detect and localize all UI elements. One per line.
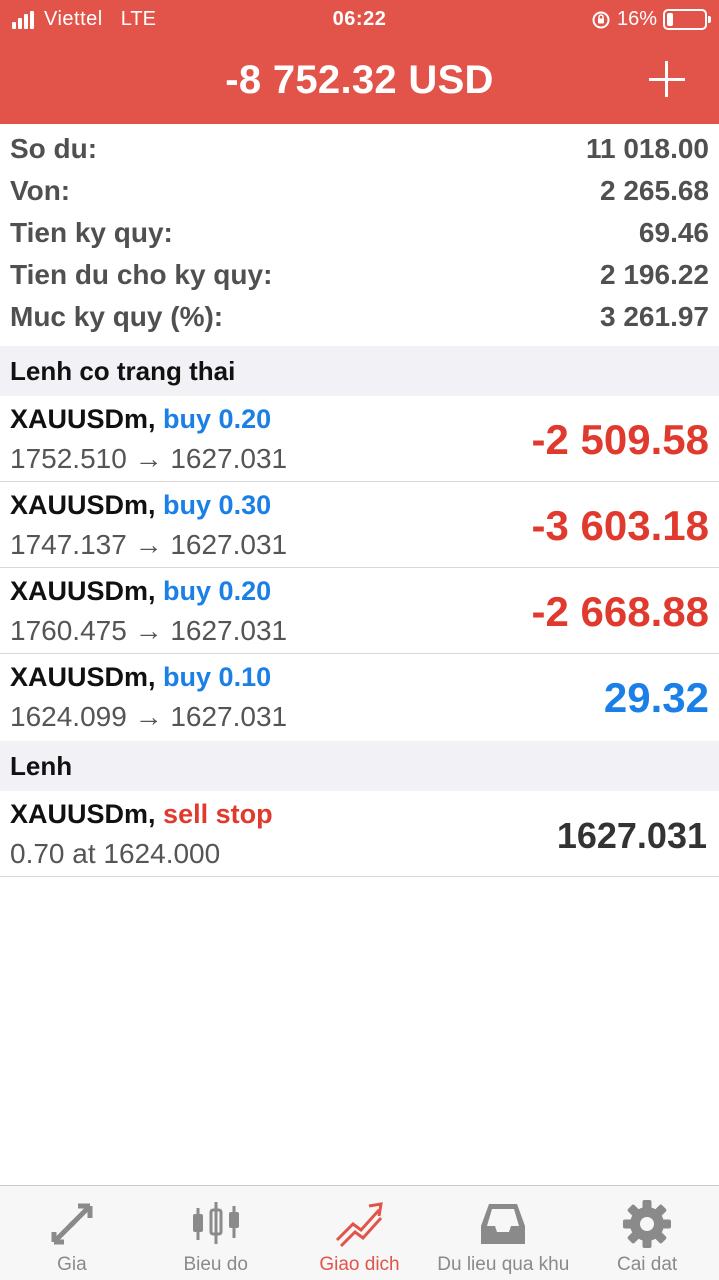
margin-label: Tien ky quy: <box>10 217 173 248</box>
tab-history[interactable]: Du lieu qua khu <box>431 1186 575 1280</box>
margin-level-row: Muc ky quy (%): 3 261.97 <box>0 296 719 338</box>
battery-icon <box>663 9 711 30</box>
position-row[interactable]: XAUUSDm, buy 0.10 1624.099 → 1627.031 29… <box>0 654 719 740</box>
position-type: buy 0.20 <box>163 576 272 606</box>
position-profit: -2 509.58 <box>531 416 709 463</box>
history-inbox-icon <box>481 1204 526 1244</box>
position-row[interactable]: XAUUSDm, buy 0.30 1747.137 → 1627.031 -3… <box>0 482 719 568</box>
equity-value: 2 265.68 <box>600 175 709 206</box>
position-symbol: XAUUSDm, <box>10 490 156 520</box>
tab-settings-label: Cai dat <box>616 1254 678 1275</box>
candlestick-chart-icon <box>192 1202 239 1244</box>
app-header: Viettel LTE 06:22 16% -8 752.32 USD <box>0 0 719 124</box>
position-prices: 1752.510 → 1627.031 <box>10 443 288 474</box>
position-symbol: XAUUSDm, <box>10 404 156 434</box>
tab-settings[interactable]: Cai dat <box>575 1186 719 1280</box>
order-details: 0.70 at 1624.000 <box>10 838 221 869</box>
margin-level-value: 3 261.97 <box>600 301 709 332</box>
margin-level-label: Muc ky quy (%): <box>10 301 224 332</box>
positions-section-header: Lenh co trang thai <box>0 346 719 396</box>
quotes-arrows-icon <box>51 1203 93 1245</box>
orders-section-header: Lenh <box>0 741 719 791</box>
margin-row: Tien ky quy: 69.46 <box>0 212 719 254</box>
position-row[interactable]: XAUUSDm, buy 0.20 1760.475 → 1627.031 -2… <box>0 568 719 654</box>
free-margin-value: 2 196.22 <box>600 259 709 290</box>
battery-percent: 16% <box>616 8 657 30</box>
tab-charts[interactable]: Bieu do <box>144 1186 288 1280</box>
tab-trade-label: Giao dich <box>319 1254 400 1275</box>
free-margin-row: Tien du cho ky quy: 2 196.22 <box>0 254 719 296</box>
position-type: buy 0.30 <box>163 490 272 520</box>
gear-icon <box>623 1200 672 1248</box>
add-order-button[interactable] <box>649 60 689 100</box>
order-current-price: 1627.031 <box>556 815 707 856</box>
equity-row: Von: 2 265.68 <box>0 170 719 212</box>
order-symbol: XAUUSDm, <box>10 799 156 829</box>
equity-label: Von: <box>10 175 71 206</box>
position-type: buy 0.20 <box>163 404 272 434</box>
position-prices: 1760.475 → 1627.031 <box>10 615 288 646</box>
position-row[interactable]: XAUUSDm, buy 0.20 1752.510 → 1627.031 -2… <box>0 396 719 482</box>
free-margin-label: Tien du cho ky quy: <box>10 259 273 290</box>
equity-profit: -8 752.32 USD <box>225 58 494 102</box>
position-symbol: XAUUSDm, <box>10 662 156 692</box>
order-type: sell stop <box>163 799 273 829</box>
balance-label: So du: <box>10 133 98 164</box>
tab-bar: Gia Bieu do Giao dich Du lieu qua khu Ca… <box>0 1185 719 1280</box>
position-prices: 1624.099 → 1627.031 <box>10 701 288 732</box>
order-row[interactable]: XAUUSDm, sell stop 0.70 at 1624.000 1627… <box>0 791 719 877</box>
position-profit: -3 603.18 <box>531 502 709 549</box>
position-profit: -2 668.88 <box>531 588 709 635</box>
position-prices: 1747.137 → 1627.031 <box>10 529 288 560</box>
account-summary: So du: 11 018.00 Von: 2 265.68 Tien ky q… <box>0 128 719 338</box>
margin-value: 69.46 <box>638 217 709 248</box>
tab-history-label: Du lieu qua khu <box>437 1254 570 1275</box>
position-profit: 29.32 <box>603 674 709 721</box>
balance-row: So du: 11 018.00 <box>0 128 719 170</box>
balance-value: 11 018.00 <box>585 133 709 164</box>
rotation-lock-icon <box>592 11 610 28</box>
tab-quotes[interactable]: Gia <box>0 1186 144 1280</box>
tab-charts-label: Bieu do <box>183 1254 248 1275</box>
position-symbol: XAUUSDm, <box>10 576 156 606</box>
tab-trade[interactable]: Giao dich <box>288 1186 432 1280</box>
tab-quotes-label: Gia <box>57 1254 87 1275</box>
trade-chart-icon <box>336 1202 384 1248</box>
position-type: buy 0.10 <box>163 662 272 692</box>
status-bar: Viettel LTE 06:22 16% <box>0 0 719 40</box>
